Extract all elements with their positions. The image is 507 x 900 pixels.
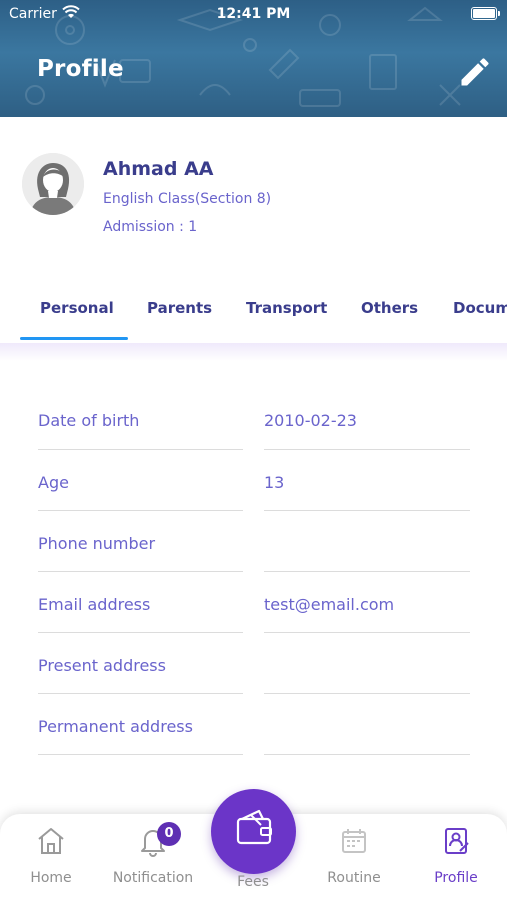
field-label-permanent-address: Permanent address	[38, 717, 193, 736]
page-title: Profile	[37, 56, 124, 82]
tab-transport[interactable]: Transport	[246, 299, 327, 317]
divider	[264, 693, 470, 694]
tab-personal[interactable]: Personal	[40, 299, 114, 317]
status-bar: Carrier 12:41 PM	[0, 0, 507, 30]
tab-parents[interactable]: Parents	[147, 299, 212, 317]
fees-button[interactable]	[211, 789, 296, 874]
divider	[38, 693, 243, 694]
field-value-date-of-birth: 2010-02-23	[264, 411, 357, 430]
pencil-icon[interactable]	[457, 54, 493, 90]
nav-notification-label: Notification	[112, 870, 194, 886]
divider	[264, 632, 470, 633]
student-class-section: English Class(Section 8)	[103, 191, 272, 207]
nav-notification[interactable]: Notification	[102, 814, 204, 900]
notification-count-badge: 0	[157, 822, 181, 846]
id-card-icon	[445, 828, 469, 854]
divider	[38, 510, 243, 511]
app-header: Carrier 12:41 PM Profile	[0, 0, 507, 117]
student-admission: Admission : 1	[103, 219, 198, 235]
divider	[38, 571, 243, 572]
field-value-email-address: test@email.com	[264, 595, 395, 614]
student-name: Ahmad AA	[103, 158, 214, 180]
nav-routine[interactable]: Routine	[303, 814, 405, 900]
divider	[264, 571, 470, 572]
nav-fees-label: Fees	[237, 874, 269, 890]
divider	[38, 632, 243, 633]
field-label-present-address: Present address	[38, 656, 166, 675]
divider	[38, 754, 243, 755]
calendar-icon	[342, 829, 366, 853]
nav-home[interactable]: Home	[0, 814, 102, 900]
active-tab-indicator	[20, 337, 128, 340]
divider	[38, 449, 243, 450]
nav-profile-label: Profile	[434, 870, 478, 886]
wallet-icon	[236, 809, 272, 845]
nav-home-label: Home	[30, 870, 72, 886]
divider	[264, 449, 470, 450]
divider	[264, 754, 470, 755]
nav-profile[interactable]: Profile	[405, 814, 507, 900]
battery-icon	[471, 7, 500, 20]
female-avatar	[22, 153, 84, 215]
status-time: 12:41 PM	[216, 6, 291, 22]
nav-routine-label: Routine	[327, 870, 381, 886]
divider	[264, 510, 470, 511]
tab-documents[interactable]: Documents	[453, 299, 507, 317]
field-label-phone-number: Phone number	[38, 534, 156, 553]
field-label-date-of-birth: Date of birth	[38, 411, 140, 430]
profile-tabs: Personal Parents Transport Others Docume…	[0, 283, 507, 343]
tab-divider-shadow	[0, 343, 507, 361]
home-icon	[38, 828, 64, 854]
field-label-email-address: Email address	[38, 595, 151, 614]
field-value-age: 13	[264, 473, 285, 492]
tab-others[interactable]: Others	[361, 299, 418, 317]
field-label-age: Age	[38, 473, 69, 492]
